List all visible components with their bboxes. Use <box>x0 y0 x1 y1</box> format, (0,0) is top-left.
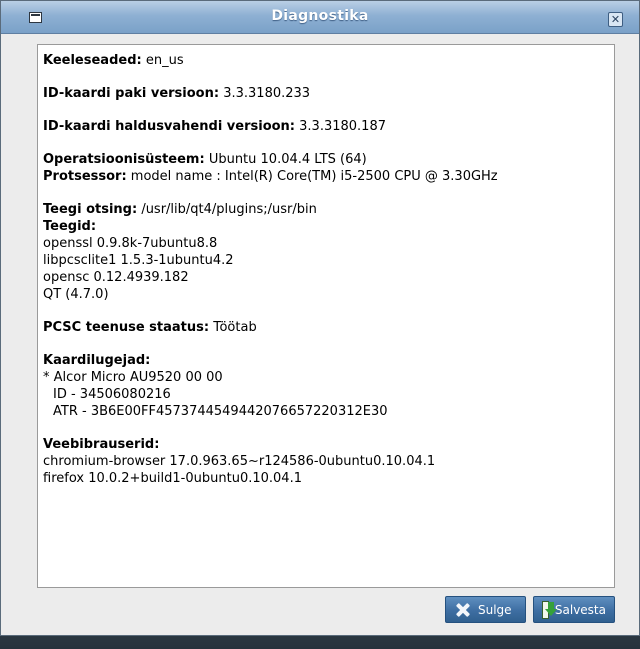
cpu-row: Protsessor: model name : Intel(R) Core(T… <box>43 168 609 185</box>
libraries-label-row: Teegid: <box>43 218 609 235</box>
language-row: Keeleseaded: en_us <box>43 52 609 69</box>
card-readers-label-row: Kaardilugejad: <box>43 352 609 369</box>
browser-item: chromium-browser 17.0.963.65~r124586-0ub… <box>43 454 436 469</box>
browser-item: firefox 10.0.2+build1-0ubuntu0.10.04.1 <box>43 471 302 486</box>
title-bar[interactable]: Diagnostika ✕ <box>1 1 639 34</box>
browsers-label: Veebibrauserid: <box>43 437 160 452</box>
save-button-label: Salvesta <box>554 602 606 617</box>
library-item: opensc 0.12.4939.182 <box>43 270 189 285</box>
libraries-label: Teegid: <box>43 219 97 234</box>
manager-version-value: 3.3.3180.187 <box>299 119 386 134</box>
manager-version-row: ID-kaardi haldusvahendi versioon: 3.3.31… <box>43 118 609 135</box>
package-version-value: 3.3.3180.233 <box>223 86 311 101</box>
pcsc-status-label: PCSC teenuse staatus: <box>43 320 210 335</box>
save-download-icon <box>542 600 557 619</box>
package-version-row: ID-kaardi paki versioon: 3.3.3180.233 <box>43 85 609 102</box>
close-icon: ✕ <box>610 13 621 26</box>
save-button[interactable]: Salvesta <box>533 596 615 623</box>
diagnostics-dialog: Diagnostika ✕ Keeleseaded: en_us ID-kaar… <box>0 0 640 636</box>
card-reader-id: ID - 34506080216 <box>53 387 171 402</box>
close-button-label: Sulge <box>478 602 512 617</box>
manager-version-label: ID-kaardi haldusvahendi versioon: <box>43 119 296 134</box>
diagnostics-text-area[interactable]: Keeleseaded: en_us ID-kaardi paki versio… <box>37 44 615 588</box>
window-title: Diagnostika <box>271 8 369 24</box>
library-item: openssl 0.9.8k-7ubuntu8.8 <box>43 236 218 251</box>
cpu-label: Protsessor: <box>43 169 127 184</box>
close-button[interactable]: Sulge <box>445 596 526 623</box>
library-search-row: Teegi otsing: /usr/lib/qt4/plugins;/usr/… <box>43 201 609 218</box>
os-row: Operatsioonisüsteem: Ubuntu 10.04.4 LTS … <box>43 151 609 168</box>
os-value: Ubuntu 10.04.4 LTS (64) <box>208 152 367 167</box>
language-value: en_us <box>145 53 184 68</box>
window-close-button[interactable]: ✕ <box>608 12 623 27</box>
card-reader-atr: ATR - 3B6E00FF4573744549442076657220312E… <box>53 404 388 419</box>
library-item: QT (4.7.0) <box>43 287 109 302</box>
pcsc-status-value: Töötab <box>213 320 257 335</box>
card-readers-label: Kaardilugejad: <box>43 353 151 368</box>
language-label: Keeleseaded: <box>43 53 142 68</box>
library-search-label: Teegi otsing: <box>43 202 138 217</box>
pcsc-status-row: PCSC teenuse staatus: Töötab <box>43 319 609 336</box>
package-version-label: ID-kaardi paki versioon: <box>43 86 220 101</box>
card-reader-name: * Alcor Micro AU9520 00 00 <box>43 370 223 385</box>
browsers-label-row: Veebibrauserid: <box>43 436 609 453</box>
os-label: Operatsioonisüsteem: <box>43 152 205 167</box>
x-icon <box>454 601 472 619</box>
library-search-value: /usr/lib/qt4/plugins;/usr/bin <box>141 202 317 217</box>
library-item: libpcsclite1 1.5.3-1ubuntu4.2 <box>43 253 234 268</box>
cpu-value: model name : Intel(R) Core(TM) i5-2500 C… <box>130 169 498 184</box>
